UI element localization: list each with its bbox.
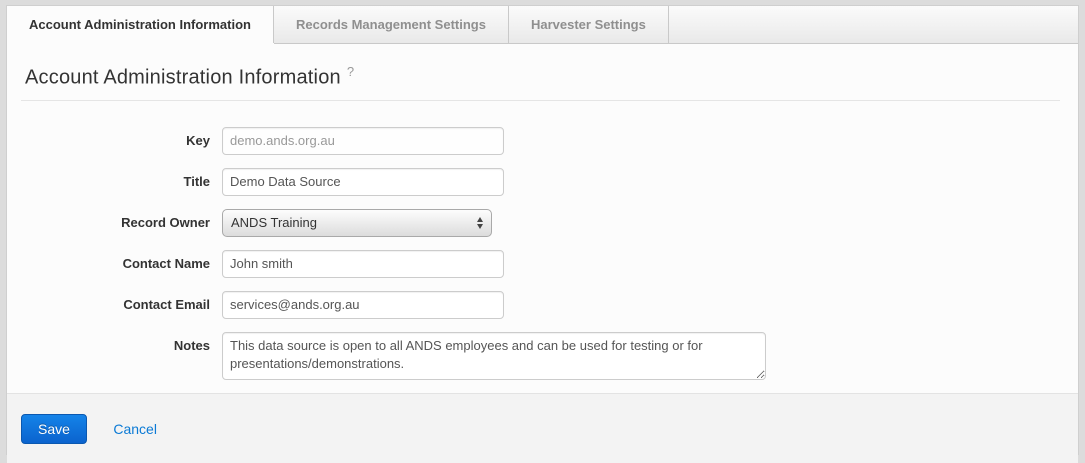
contact-name-label: Contact Name: [19, 250, 222, 271]
field-row-notes: Notes This data source is open to all AN…: [19, 332, 1062, 380]
record-owner-select-wrap: ANDS Training: [222, 209, 492, 237]
tab-records-management-settings[interactable]: Records Management Settings: [274, 6, 509, 43]
cancel-link[interactable]: Cancel: [113, 421, 157, 437]
title-field[interactable]: [222, 168, 504, 196]
title-divider: [21, 100, 1060, 101]
record-owner-select[interactable]: ANDS Training: [222, 209, 492, 237]
field-row-contact-name: Contact Name: [19, 250, 1062, 278]
record-owner-label: Record Owner: [19, 209, 222, 230]
field-row-contact-email: Contact Email: [19, 291, 1062, 319]
contact-name-field[interactable]: [222, 250, 504, 278]
help-icon[interactable]: ?: [347, 64, 354, 79]
notes-field[interactable]: This data source is open to all ANDS emp…: [222, 332, 766, 380]
key-field: [222, 127, 504, 155]
field-row-record-owner: Record Owner ANDS Training: [19, 209, 1062, 237]
field-row-key: Key: [19, 127, 1062, 155]
field-row-title: Title: [19, 168, 1062, 196]
account-admin-form: Key Title Record Owner ANDS Training: [19, 127, 1062, 380]
form-actions-footer: Save Cancel: [7, 393, 1078, 463]
settings-panel: Account Administration Information Recor…: [6, 5, 1079, 455]
page-title: Account Administration Information?: [25, 64, 1062, 90]
save-button[interactable]: Save: [21, 414, 87, 444]
notes-label: Notes: [19, 332, 222, 353]
tab-bar: Account Administration Information Recor…: [7, 6, 1078, 44]
page-title-text: Account Administration Information: [25, 67, 341, 89]
tab-account-administration-information[interactable]: Account Administration Information: [7, 6, 274, 43]
title-label: Title: [19, 168, 222, 189]
contact-email-field[interactable]: [222, 291, 504, 319]
contact-email-label: Contact Email: [19, 291, 222, 312]
tab-harvester-settings[interactable]: Harvester Settings: [509, 6, 669, 43]
key-label: Key: [19, 127, 222, 148]
tab-content: Account Administration Information? Key …: [7, 44, 1078, 393]
